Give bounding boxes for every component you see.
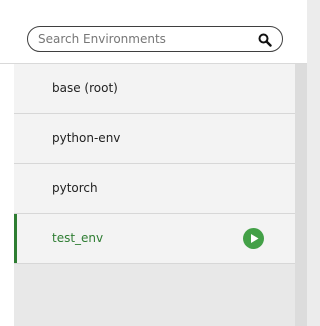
search-box[interactable] [27, 26, 283, 52]
list-empty-area [14, 264, 295, 326]
env-item-label: test_env [52, 231, 104, 245]
env-item-label: pytorch [52, 181, 98, 195]
env-item-pytorch[interactable]: pytorch [14, 164, 295, 214]
env-item-label: python-env [52, 131, 121, 145]
env-item-python-env[interactable]: python-env [14, 114, 295, 164]
env-item-test-env[interactable]: test_env [14, 214, 295, 264]
active-indicator [14, 214, 17, 263]
env-item-label: base (root) [52, 81, 118, 95]
search-input[interactable] [38, 27, 248, 51]
scrollbar-track[interactable] [295, 64, 307, 326]
environments-panel: base (root) python-env pytorch test_env [0, 0, 307, 326]
search-icon[interactable] [258, 32, 272, 47]
search-header [0, 0, 307, 64]
env-item-base-root[interactable]: base (root) [14, 64, 295, 114]
left-gutter [0, 64, 14, 326]
play-icon[interactable] [243, 228, 264, 249]
